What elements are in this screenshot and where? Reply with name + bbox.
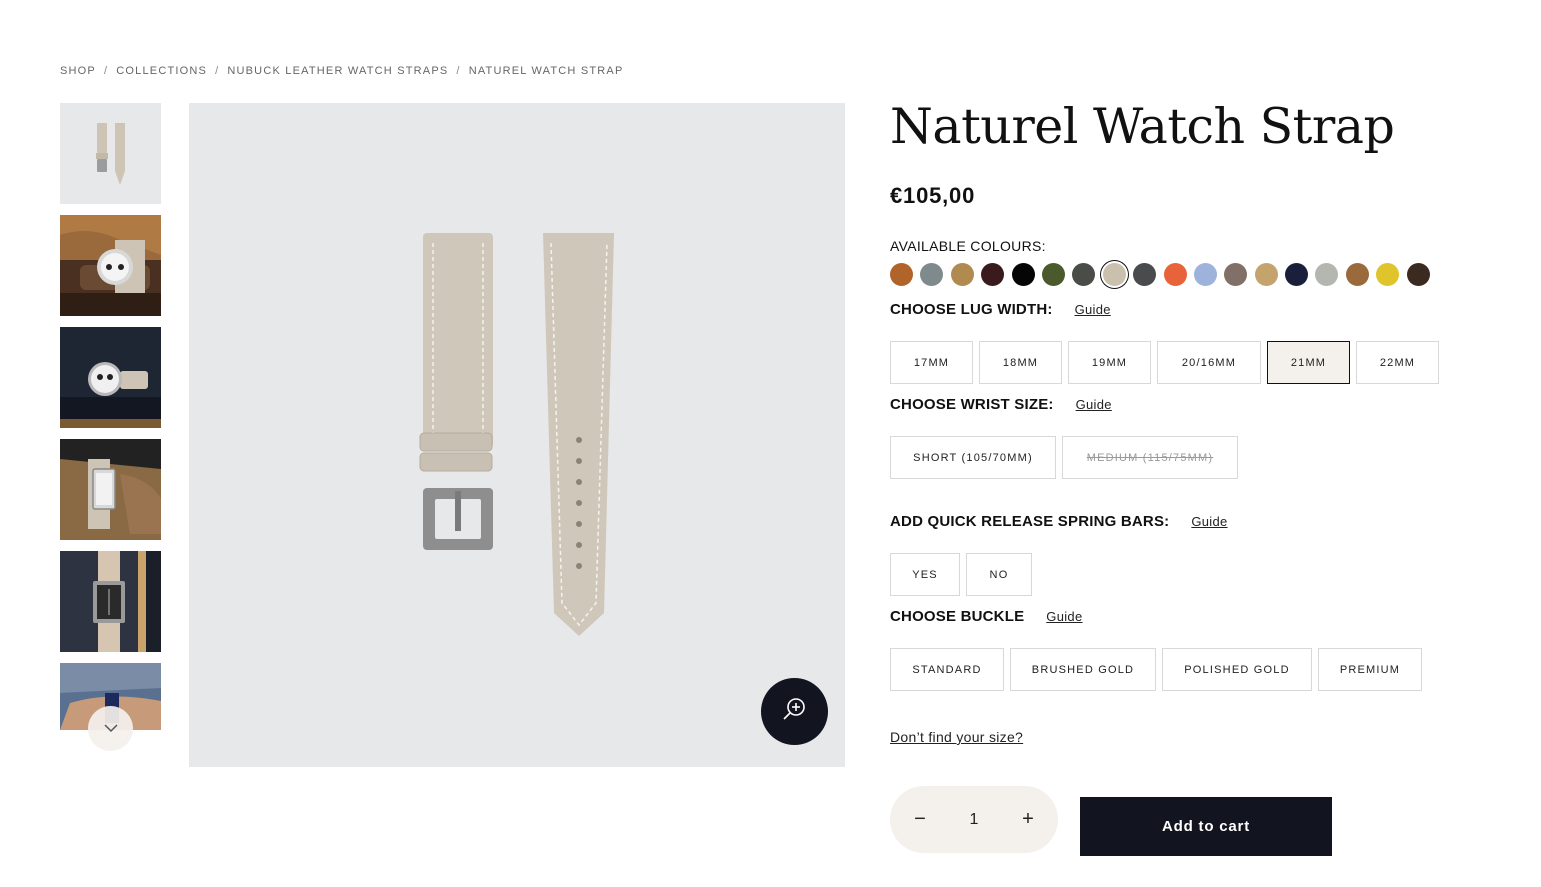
buckle-option-premium[interactable]: PREMIUM: [1318, 648, 1422, 691]
colour-swatch[interactable]: [1102, 263, 1126, 286]
lug-width-label: CHOOSE LUG WIDTH: Guide: [890, 301, 1111, 318]
spring-bars-options: YES NO: [890, 553, 1032, 596]
buckle-option-standard[interactable]: STANDARD: [890, 648, 1004, 691]
buckle-option-polished-gold[interactable]: POLISHED GOLD: [1162, 648, 1312, 691]
breadcrumb-separator: /: [215, 65, 220, 77]
strap-illustration: [419, 233, 614, 636]
buckle-label-text: CHOOSE BUCKLE: [890, 608, 1025, 625]
spring-bars-guide-link[interactable]: Guide: [1191, 514, 1227, 529]
buckle-guide-link[interactable]: Guide: [1046, 609, 1082, 624]
zoom-button[interactable]: [761, 678, 828, 745]
lug-option-18mm[interactable]: 18MM: [979, 341, 1062, 384]
buckle-options: STANDARD BRUSHED GOLD POLISHED GOLD PREM…: [890, 648, 1422, 691]
breadcrumb: SHOP / COLLECTIONS / NUBUCK LEATHER WATC…: [60, 65, 624, 77]
buckle-option-brushed-gold[interactable]: BRUSHED GOLD: [1010, 648, 1156, 691]
colour-swatch[interactable]: [1345, 263, 1369, 286]
lug-option-17mm[interactable]: 17MM: [890, 341, 973, 384]
wrist-size-label-text: CHOOSE WRIST SIZE:: [890, 396, 1054, 413]
thumbnail-wrist-chronograph[interactable]: [60, 215, 161, 316]
breadcrumb-nubuck-straps[interactable]: NUBUCK LEATHER WATCH STRAPS: [227, 65, 448, 77]
size-help-link[interactable]: Don’t find your size?: [890, 729, 1023, 745]
colour-swatches: [890, 263, 1430, 286]
product-title: Naturel Watch Strap: [890, 98, 1395, 155]
colour-swatch[interactable]: [1254, 263, 1278, 286]
quantity-decrease-button[interactable]: −: [912, 808, 928, 831]
colours-label: AVAILABLE COLOURS:: [890, 238, 1046, 254]
colour-swatch[interactable]: [890, 263, 913, 286]
wrist-option-short[interactable]: SHORT (105/70MM): [890, 436, 1056, 479]
colour-swatch[interactable]: [1315, 263, 1339, 286]
wrist-size-label: CHOOSE WRIST SIZE: Guide: [890, 396, 1112, 413]
breadcrumb-shop[interactable]: SHOP: [60, 65, 96, 77]
breadcrumb-separator: /: [103, 65, 109, 77]
thumbnail-strap[interactable]: [60, 103, 161, 204]
colour-swatch[interactable]: [1376, 263, 1400, 286]
wrist-size-guide-link[interactable]: Guide: [1076, 397, 1112, 412]
breadcrumb-separator: /: [456, 65, 461, 77]
colour-swatch[interactable]: [1285, 263, 1309, 286]
spring-bars-label-text: ADD QUICK RELEASE SPRING BARS:: [890, 513, 1170, 530]
thumbnails-scroll-down-button[interactable]: [88, 706, 133, 751]
colour-swatch[interactable]: [1041, 263, 1065, 286]
wrist-size-options: SHORT (105/70MM) MEDIUM (115/75MM): [890, 436, 1238, 479]
lug-option-22mm[interactable]: 22MM: [1356, 341, 1439, 384]
breadcrumb-current: NATUREL WATCH STRAP: [468, 65, 624, 77]
chevron-down-icon: [103, 720, 119, 738]
colour-swatch[interactable]: [1133, 263, 1157, 286]
lug-width-label-text: CHOOSE LUG WIDTH:: [890, 301, 1053, 318]
colour-swatch[interactable]: [920, 263, 944, 286]
lug-option-21mm[interactable]: 21MM: [1267, 341, 1350, 384]
lug-option-20-16mm[interactable]: 20/16MM: [1157, 341, 1261, 384]
colour-swatch[interactable]: [1011, 263, 1035, 286]
zoom-in-icon: [782, 696, 808, 727]
colour-swatch[interactable]: [1163, 263, 1187, 286]
colour-swatch[interactable]: [1193, 263, 1217, 286]
spring-bars-label: ADD QUICK RELEASE SPRING BARS: Guide: [890, 513, 1228, 530]
spring-bars-no[interactable]: NO: [966, 553, 1032, 596]
quantity-stepper: − 1 +: [890, 786, 1058, 853]
product-price: €105,00: [890, 183, 976, 208]
colour-swatch[interactable]: [981, 263, 1005, 286]
thumbnail-watch-table[interactable]: [60, 327, 161, 428]
buckle-label: CHOOSE BUCKLE Guide: [890, 608, 1082, 625]
add-to-cart-button[interactable]: Add to cart: [1080, 797, 1332, 856]
lug-option-19mm[interactable]: 19MM: [1068, 341, 1151, 384]
lug-width-guide-link[interactable]: Guide: [1075, 302, 1111, 317]
colour-swatch[interactable]: [1406, 263, 1430, 286]
colour-swatch[interactable]: [1224, 263, 1248, 286]
colour-swatch[interactable]: [950, 263, 974, 286]
thumbnail-gallery: [60, 103, 161, 741]
quantity-value[interactable]: 1: [970, 811, 979, 829]
breadcrumb-collections[interactable]: COLLECTIONS: [116, 65, 207, 77]
colour-swatch[interactable]: [1072, 263, 1096, 286]
quantity-increase-button[interactable]: +: [1020, 808, 1036, 831]
main-product-image[interactable]: [189, 103, 845, 767]
thumbnail-tank-closeup[interactable]: [60, 551, 161, 652]
lug-width-options: 17MM 18MM 19MM 20/16MM 21MM 22MM: [890, 341, 1439, 384]
thumbnail-wrist-tank[interactable]: [60, 439, 161, 540]
spring-bars-yes[interactable]: YES: [890, 553, 960, 596]
wrist-option-medium: MEDIUM (115/75MM): [1062, 436, 1238, 479]
